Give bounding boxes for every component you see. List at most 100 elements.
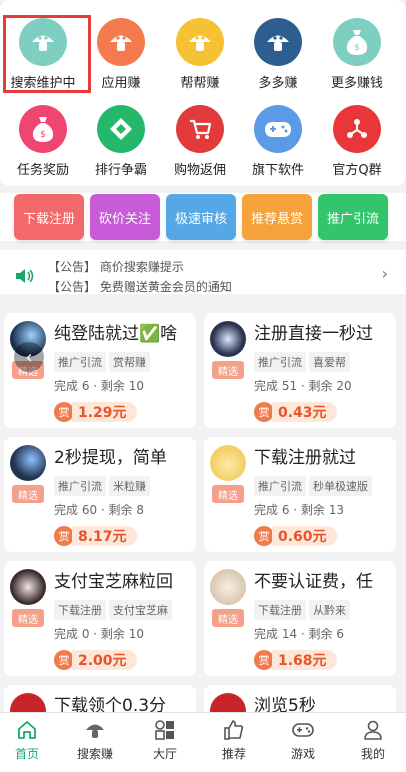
task-reward: 赏 0.43元 bbox=[254, 401, 337, 423]
task-title: 2秒提现，简单 bbox=[54, 448, 167, 468]
avatar bbox=[210, 569, 246, 605]
featured-badge: 精选 bbox=[212, 361, 244, 379]
speaker-icon bbox=[15, 268, 35, 288]
chevron-left-icon[interactable]: ‹ bbox=[14, 342, 44, 372]
reward-badge: 赏 bbox=[54, 526, 74, 546]
user-icon bbox=[339, 717, 406, 743]
money-bag-icon: $ bbox=[19, 105, 67, 153]
grid-label: 更多赚钱 bbox=[330, 76, 383, 91]
grid-item-our-apps[interactable]: 旗下软件 bbox=[238, 105, 318, 178]
task-stats: 完成 14 · 剩余 6 bbox=[254, 627, 344, 641]
task-tag: 喜爱帮 bbox=[309, 352, 350, 372]
task-tags: 推广引流 米粒赚 bbox=[54, 475, 196, 496]
task-tags: 推广引流 秒单极速版 bbox=[254, 475, 396, 496]
grid-label: 多多赚 bbox=[258, 76, 298, 91]
reward-badge: 赏 bbox=[54, 650, 74, 670]
reward-amount: 1.68元 bbox=[272, 650, 337, 670]
chevron-right-icon[interactable]: › bbox=[382, 264, 388, 283]
grid-label: 购物返佣 bbox=[173, 163, 226, 178]
reward-badge: 赏 bbox=[54, 402, 74, 422]
recommend-bounty-button[interactable]: 推荐悬赏 bbox=[242, 194, 312, 240]
tab-hall[interactable]: 大厅 bbox=[131, 717, 199, 762]
tab-search-earn[interactable]: 搜索赚 bbox=[61, 717, 129, 762]
announcement-line: 【公告】 商价搜索赚提示 bbox=[48, 260, 184, 274]
diamond-icon bbox=[97, 105, 145, 153]
mushroom-icon bbox=[97, 18, 145, 66]
grid-item-help-earn[interactable]: 帮帮赚 bbox=[160, 18, 240, 91]
reward-amount: 0.43元 bbox=[272, 402, 337, 422]
tab-home[interactable]: 首页 bbox=[0, 717, 61, 762]
grid-item-duoduo-earn[interactable]: 多多赚 bbox=[238, 18, 318, 91]
task-title: 纯登陆就过✅啥 bbox=[54, 324, 178, 344]
tab-games[interactable]: 游戏 bbox=[269, 717, 337, 762]
grid-item-ranking[interactable]: 排行争霸 bbox=[81, 105, 161, 178]
grid-label: 应用赚 bbox=[101, 76, 141, 91]
svg-text:$: $ bbox=[40, 130, 46, 140]
tab-label: 首页 bbox=[14, 747, 39, 761]
download-register-button[interactable]: 下载注册 bbox=[14, 194, 84, 240]
task-card[interactable]: 精选 不要认证费，任 下载注册 从黔来 完成 14 · 剩余 6 赏 1.68元 bbox=[204, 561, 396, 676]
reward-amount: 8.17元 bbox=[72, 526, 137, 546]
task-card[interactable]: 精选 支付宝芝麻粒回 下载注册 支付宝芝麻 完成 0 · 剩余 10 赏 2.00… bbox=[4, 561, 196, 676]
reward-badge: 赏 bbox=[254, 402, 274, 422]
task-tag: 推广引流 bbox=[54, 476, 106, 496]
tab-mine[interactable]: 我的 bbox=[339, 717, 406, 762]
gamepad-icon bbox=[254, 105, 302, 153]
grid-item-app-earn[interactable]: 应用赚 bbox=[81, 18, 161, 91]
reward-amount: 2.00元 bbox=[72, 650, 137, 670]
task-reward: 赏 8.17元 bbox=[54, 525, 137, 547]
task-tag: 秒单极速版 bbox=[309, 476, 372, 496]
task-card[interactable]: 精选 下载注册就过 推广引流 秒单极速版 完成 6 · 剩余 13 赏 0.60元 bbox=[204, 437, 396, 552]
task-reward: 赏 1.29元 bbox=[54, 401, 137, 423]
tab-label: 推荐 bbox=[221, 747, 246, 761]
task-stats: 完成 6 · 剩余 10 bbox=[54, 379, 144, 393]
task-title: 支付宝芝麻粒回 bbox=[54, 572, 173, 592]
avatar bbox=[210, 321, 246, 357]
task-reward: 赏 1.68元 bbox=[254, 649, 337, 671]
grid-label: 任务奖励 bbox=[16, 163, 69, 178]
cart-icon bbox=[176, 105, 224, 153]
tab-recommend[interactable]: 推荐 bbox=[200, 717, 268, 762]
task-tag: 赏帮赚 bbox=[109, 352, 150, 372]
task-stats: 完成 0 · 剩余 10 bbox=[54, 627, 144, 641]
fast-review-button[interactable]: 极速审核 bbox=[166, 194, 236, 240]
grid-item-shopping-rebate[interactable]: 购物返佣 bbox=[160, 105, 240, 178]
task-title: 下载注册就过 bbox=[254, 448, 356, 468]
money-bag-icon: $ bbox=[333, 18, 381, 66]
promotion-button[interactable]: 推广引流 bbox=[318, 194, 388, 240]
selection-highlight bbox=[3, 15, 91, 93]
task-stats: 完成 60 · 剩余 8 bbox=[54, 503, 144, 517]
task-tags: 推广引流 赏帮赚 bbox=[54, 351, 196, 372]
tab-label: 搜索赚 bbox=[76, 747, 113, 761]
gamepad-icon bbox=[269, 717, 337, 743]
task-tag: 米粒赚 bbox=[109, 476, 150, 496]
svg-text:$: $ bbox=[354, 43, 360, 53]
grid-label: 旗下软件 bbox=[251, 163, 304, 178]
task-tag: 下载注册 bbox=[254, 600, 306, 620]
tab-label: 游戏 bbox=[290, 747, 315, 761]
task-tag: 推广引流 bbox=[254, 352, 306, 372]
home-icon bbox=[0, 717, 61, 743]
task-card[interactable]: 精选 注册直接一秒过 推广引流 喜爱帮 完成 51 · 剩余 20 赏 0.43元 bbox=[204, 313, 396, 428]
bargain-follow-button[interactable]: 砍价关注 bbox=[90, 194, 160, 240]
task-tag: 推广引流 bbox=[254, 476, 306, 496]
grid-item-qq-group[interactable]: 官方Q群 bbox=[317, 105, 397, 178]
share-icon bbox=[333, 105, 381, 153]
hall-icon bbox=[131, 717, 199, 743]
task-card[interactable]: 精选 2秒提现，简单 推广引流 米粒赚 完成 60 · 剩余 8 赏 8.17元 bbox=[4, 437, 196, 552]
task-tag: 从黔来 bbox=[309, 600, 350, 620]
tab-label: 我的 bbox=[360, 747, 385, 761]
mushroom-icon bbox=[176, 18, 224, 66]
reward-amount: 0.60元 bbox=[272, 526, 337, 546]
featured-badge: 精选 bbox=[12, 485, 44, 503]
mushroom-icon bbox=[61, 717, 129, 743]
avatar bbox=[210, 445, 246, 481]
grid-label: 帮帮赚 bbox=[180, 76, 220, 91]
grid-item-more-earn[interactable]: $ 更多赚钱 bbox=[317, 18, 397, 91]
announcement-bar[interactable]: 【公告】 商价搜索赚提示 【公告】 免费赠送黄金会员的通知 › bbox=[0, 250, 406, 294]
avatar bbox=[10, 569, 46, 605]
featured-badge: 精选 bbox=[212, 485, 244, 503]
task-tag: 下载注册 bbox=[54, 600, 106, 620]
bottom-tab-bar: 首页 搜索赚 大厅 推荐 游戏 我的 bbox=[0, 712, 406, 772]
grid-item-task-reward[interactable]: $ 任务奖励 bbox=[3, 105, 83, 178]
